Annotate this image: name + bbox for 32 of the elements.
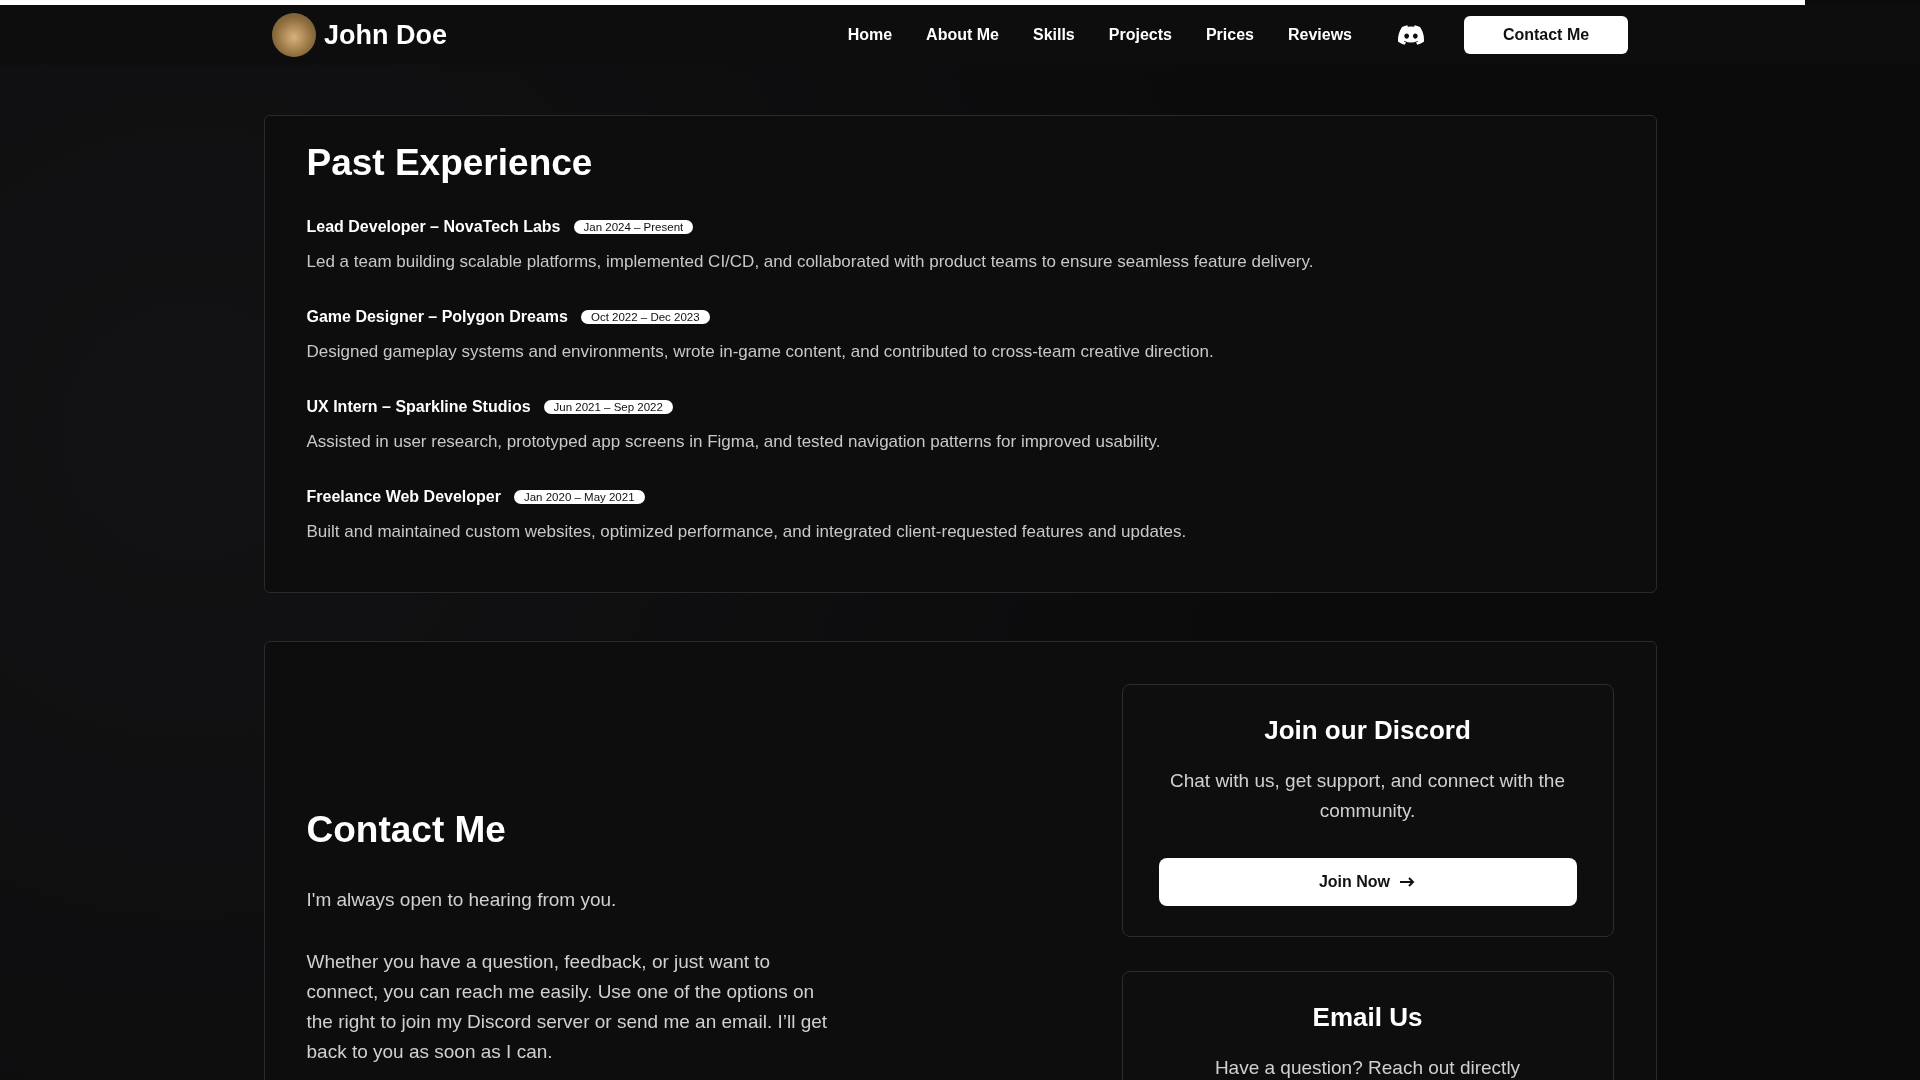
contact-paragraph: Whether you have a question, feedback, or just want to connect, you can reach me easily. Use one of the options on the right to join my Discord server or send me an email. I’ll get back to you as soon as I can. (306, 950, 829, 1064)
section-heading: Past Experience (306, 142, 594, 184)
job-description: Led a team building scalable platforms, implemented CI/CD, and collaborated with product teams to ensure seamless feature delivery. (306, 252, 1315, 272)
site-name[interactable]: John Doe (324, 19, 447, 51)
job-description: Built and maintained custom websites, optimized performance, and integrated client-requested features and updates. (306, 522, 1188, 542)
date-badge: Oct 2022 – Dec 2023 (580, 310, 710, 324)
arrow-right-icon (1400, 877, 1417, 887)
nav-link[interactable]: Projects (1108, 26, 1172, 44)
intro-text: I'm always open to hearing from you. (306, 888, 618, 912)
card-title: Email Us (1311, 1002, 1424, 1033)
discord-icon[interactable] (1398, 25, 1424, 45)
job-title: Game Designer – Polygon Dreams (306, 308, 568, 326)
job-description: Designed gameplay systems and environments, wrote in-game content, and contributed to cross-team creative direction. (306, 342, 1215, 362)
avatar-icon (272, 13, 316, 57)
contact-button[interactable]: Contact Me (1464, 16, 1628, 54)
job-title: Lead Developer – NovaTech Labs (306, 218, 561, 236)
nav-link[interactable]: Home (847, 26, 893, 44)
card-text: Have a question? Reach out directly (1213, 1056, 1522, 1080)
card-title: Join our Discord (1263, 715, 1472, 746)
nav-link[interactable]: Skills (1032, 26, 1075, 44)
job-title: UX Intern – Sparkline Studios (306, 398, 531, 416)
date-badge: Jun 2021 – Sep 2022 (543, 400, 673, 414)
date-badge: Jan 2020 – May 2021 (513, 490, 645, 504)
nav-link[interactable]: About Me (926, 26, 999, 44)
nav-link[interactable]: Reviews (1287, 26, 1352, 44)
job-description: Assisted in user research, prototyped app screens in Figma, and tested navigation patterns for improved usability. (306, 432, 1162, 452)
card-text: Chat with us, get support, and connect with the community. (1169, 769, 1566, 823)
nav-link[interactable]: Prices (1205, 26, 1254, 44)
job-title: Freelance Web Developer (306, 488, 501, 506)
section-heading: Contact Me (306, 809, 507, 851)
date-badge: Jan 2024 – Present (573, 220, 694, 234)
join-button[interactable]: Join Now (1158, 858, 1577, 906)
